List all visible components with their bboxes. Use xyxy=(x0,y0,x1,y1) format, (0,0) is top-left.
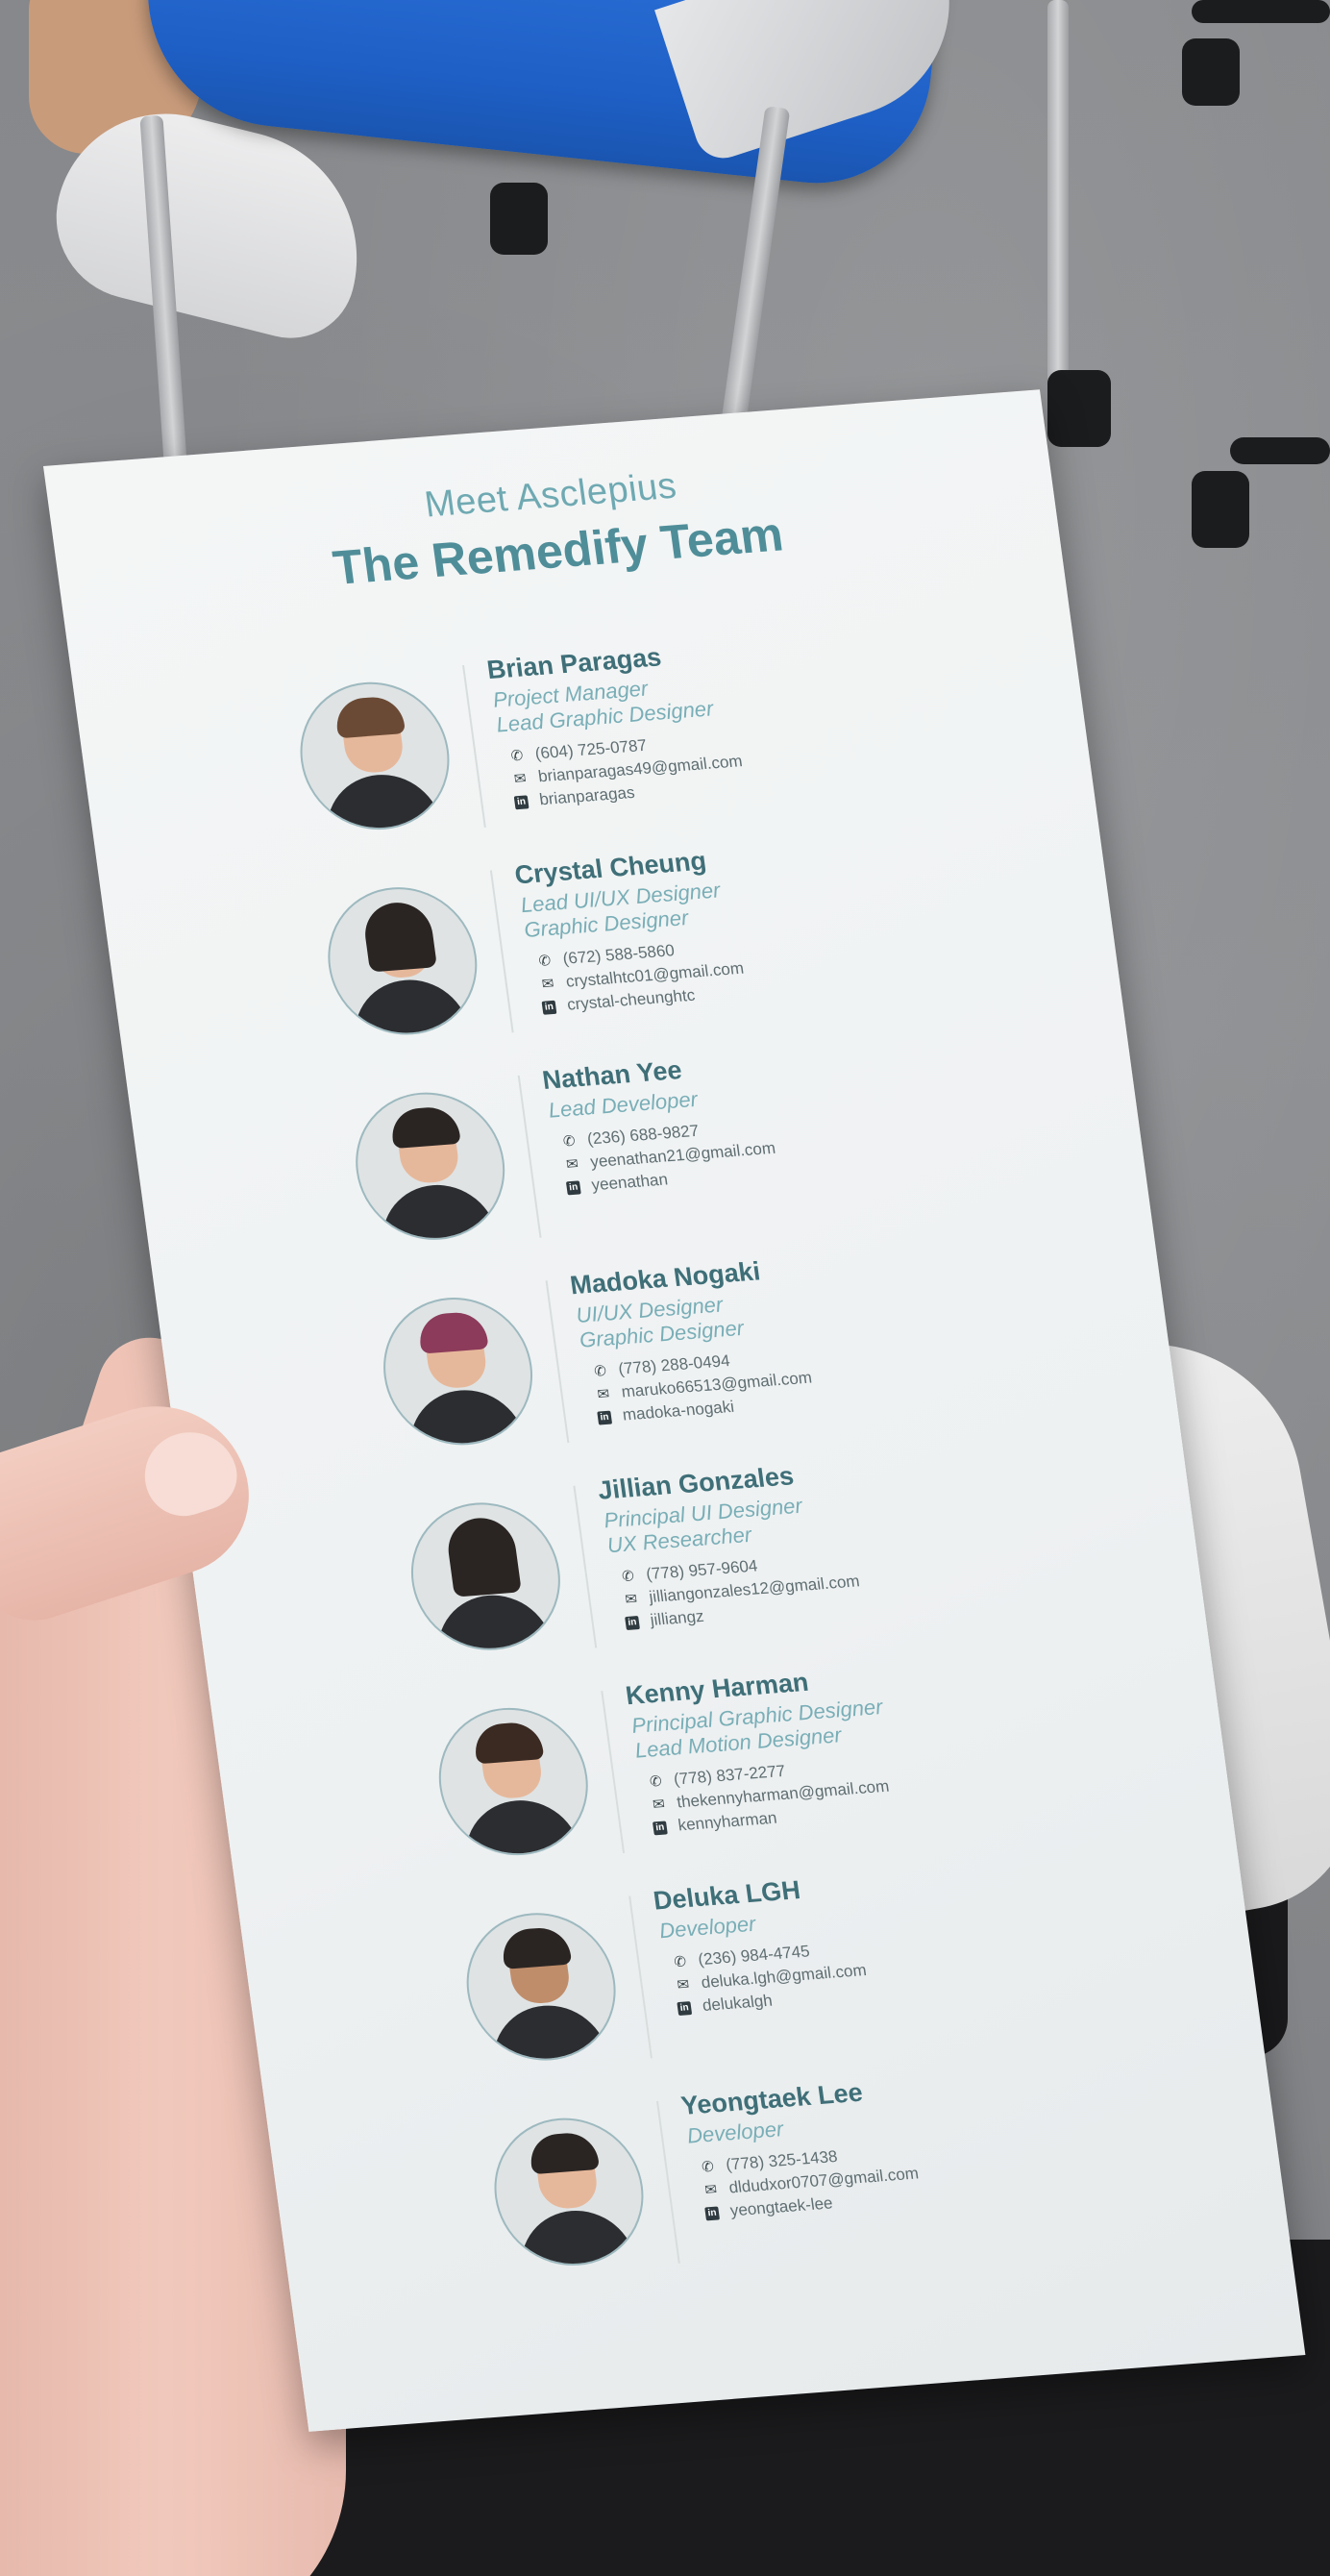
member-role: Developer xyxy=(657,1911,757,1944)
email-icon: ✉ xyxy=(624,1591,639,1608)
phone-icon: ✆ xyxy=(701,2158,716,2176)
email-icon: ✉ xyxy=(652,1796,667,1814)
email-icon: ✉ xyxy=(540,975,555,993)
member-name: Yeongtaek Lee xyxy=(678,2077,865,2120)
phone-icon: ✆ xyxy=(561,1132,577,1151)
divider xyxy=(489,870,514,1033)
linkedin-icon: in xyxy=(541,1000,557,1015)
divider xyxy=(601,1691,626,1853)
member-name: Deluka LGH xyxy=(651,1875,802,1916)
phone-icon: ✆ xyxy=(621,1568,635,1586)
member-photo xyxy=(318,881,486,1041)
member-linkedin: in delukalgh xyxy=(677,1992,774,2018)
member-photo xyxy=(402,1497,570,1656)
phone-icon: ✆ xyxy=(509,747,525,765)
email-icon: ✉ xyxy=(676,1976,691,1994)
member-photo xyxy=(374,1292,542,1451)
email-icon: ✉ xyxy=(596,1385,611,1403)
phone-icon: ✆ xyxy=(593,1362,608,1380)
chair-base xyxy=(1230,437,1330,464)
linkedin-icon: in xyxy=(652,1820,668,1835)
member-photo xyxy=(484,2112,653,2271)
member-photo xyxy=(430,1702,598,1861)
linkedin-icon: in xyxy=(597,1410,613,1425)
email-icon: ✉ xyxy=(512,770,528,788)
linkedin-icon: in xyxy=(625,1615,640,1630)
divider xyxy=(545,1280,570,1444)
chair-base xyxy=(1192,0,1330,23)
phone-icon: ✆ xyxy=(648,1772,663,1791)
member-photo xyxy=(290,677,459,835)
member-photo xyxy=(457,1907,626,2067)
divider xyxy=(656,2100,680,2264)
member-role: Developer xyxy=(685,2117,785,2148)
chair-leg xyxy=(1047,0,1069,384)
chair-wheel xyxy=(1182,38,1240,106)
divider xyxy=(573,1485,598,1648)
photo-scene: Meet Asclepius The Remedify Team Brian P… xyxy=(0,0,1330,2576)
chair-wheel xyxy=(490,183,548,255)
phone-icon: ✆ xyxy=(673,1953,688,1971)
email-icon: ✉ xyxy=(565,1155,579,1174)
member-linkedin: in yeenathan xyxy=(565,1170,669,1197)
divider xyxy=(462,665,486,828)
linkedin-icon: in xyxy=(513,794,530,809)
linkedin-icon: in xyxy=(677,2000,693,2016)
member-photo xyxy=(346,1086,514,1246)
chair-wheel xyxy=(1047,370,1111,447)
member-linkedin: in brianparagas xyxy=(513,783,636,811)
member-name: Madoka Nogaki xyxy=(568,1256,762,1300)
divider xyxy=(628,1895,653,2059)
linkedin-icon: in xyxy=(704,2205,720,2220)
member-linkedin: in jilliangz xyxy=(625,1607,705,1632)
linkedin-icon: in xyxy=(565,1179,581,1195)
chair-wheel xyxy=(1192,471,1249,548)
phone-icon: ✆ xyxy=(537,953,553,970)
divider xyxy=(517,1075,542,1238)
member-linkedin: in kennyharman xyxy=(652,1809,778,1838)
email-icon: ✉ xyxy=(703,2181,719,2199)
